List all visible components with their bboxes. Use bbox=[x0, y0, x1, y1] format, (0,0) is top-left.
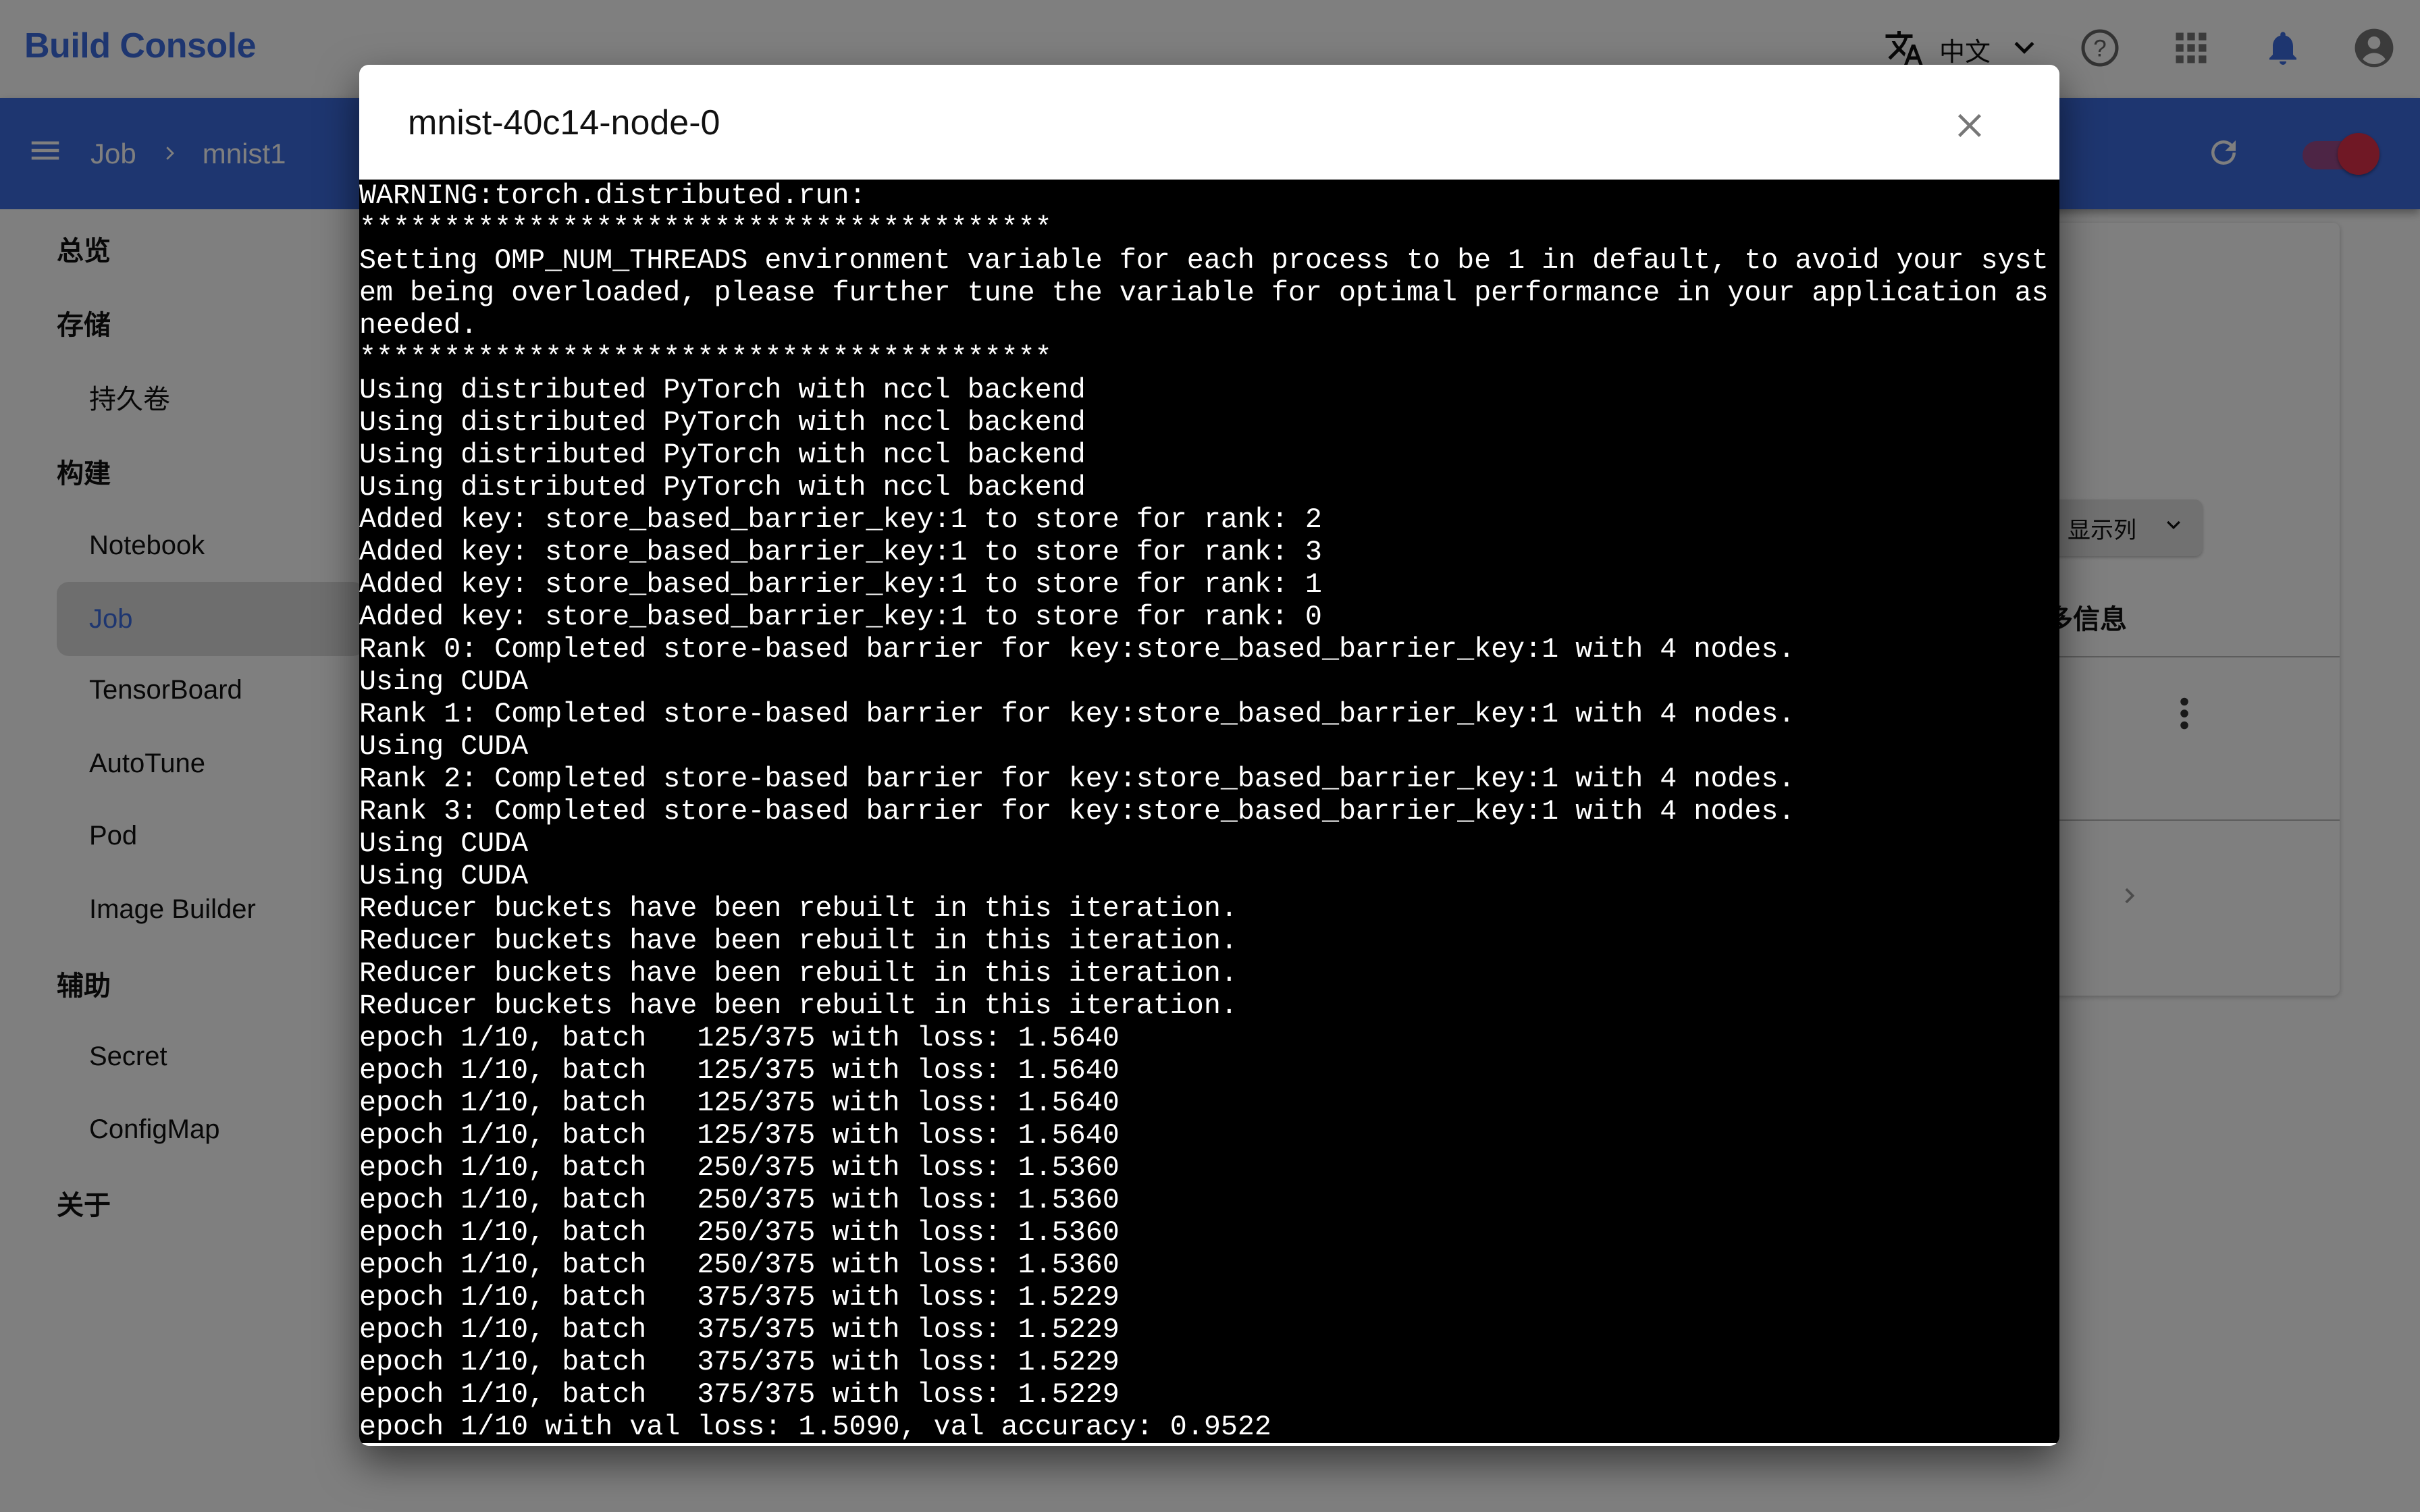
log-line: Using distributed PyTorch with nccl back… bbox=[359, 439, 1086, 471]
log-line: Reducer buckets have been rebuilt in thi… bbox=[359, 990, 1238, 1022]
close-button[interactable] bbox=[1943, 100, 1997, 154]
dialog-title: mnist-40c14-node-0 bbox=[408, 103, 720, 142]
log-line: epoch 1/10, batch 250/375 with loss: 1.5… bbox=[359, 1249, 1120, 1281]
log-line: epoch 1/10, batch 250/375 with loss: 1.5… bbox=[359, 1152, 1120, 1184]
log-line: Using distributed PyTorch with nccl back… bbox=[359, 374, 1086, 406]
log-line: epoch 1/10, batch 250/375 with loss: 1.5… bbox=[359, 1184, 1120, 1216]
log-line: Added key: store_based_barrier_key:1 to … bbox=[359, 504, 1322, 536]
log-line: Added key: store_based_barrier_key:1 to … bbox=[359, 601, 1322, 633]
log-line: epoch 1/10, batch 125/375 with loss: 1.5… bbox=[359, 1087, 1120, 1119]
log-line: Reducer buckets have been rebuilt in thi… bbox=[359, 892, 1238, 925]
log-line: ****************************************… bbox=[359, 212, 1052, 244]
log-line: Added key: store_based_barrier_key:1 to … bbox=[359, 536, 1322, 568]
log-line: WARNING:torch.distributed.run: bbox=[359, 180, 866, 212]
log-line: Rank 1: Completed store-based barrier fo… bbox=[359, 698, 1795, 730]
log-line: epoch 1/10, batch 125/375 with loss: 1.5… bbox=[359, 1119, 1120, 1152]
log-line: Rank 3: Completed store-based barrier fo… bbox=[359, 795, 1795, 828]
log-line: Rank 0: Completed store-based barrier fo… bbox=[359, 633, 1795, 666]
log-line: Using CUDA bbox=[359, 860, 529, 892]
log-line: epoch 1/10, batch 125/375 with loss: 1.5… bbox=[359, 1054, 1120, 1087]
log-line: Setting OMP_NUM_THREADS environment vari… bbox=[359, 244, 2049, 342]
log-output[interactable]: WARNING:torch.distributed.run: **********… bbox=[359, 180, 2059, 1443]
close-icon bbox=[1954, 110, 1985, 144]
log-line: epoch 1/10, batch 250/375 with loss: 1.5… bbox=[359, 1216, 1120, 1249]
log-line: Added key: store_based_barrier_key:1 to … bbox=[359, 568, 1322, 601]
log-line: Using CUDA bbox=[359, 666, 529, 698]
log-line: epoch 1/10, batch 375/375 with loss: 1.5… bbox=[359, 1378, 1120, 1411]
pod-log-dialog: mnist-40c14-node-0 WARNING:torch.distrib… bbox=[359, 65, 2059, 1446]
log-line: epoch 1/10, batch 375/375 with loss: 1.5… bbox=[359, 1346, 1120, 1378]
log-line: Using distributed PyTorch with nccl back… bbox=[359, 471, 1086, 504]
log-line: Using CUDA bbox=[359, 730, 529, 763]
log-line: Using CUDA bbox=[359, 828, 529, 860]
log-line: epoch 1/10, batch 125/375 with loss: 1.5… bbox=[359, 1022, 1120, 1054]
log-line: epoch 1/10, batch 375/375 with loss: 1.5… bbox=[359, 1314, 1120, 1346]
log-line: Reducer buckets have been rebuilt in thi… bbox=[359, 957, 1238, 990]
dialog-header: mnist-40c14-node-0 bbox=[359, 65, 2059, 180]
log-line: Using distributed PyTorch with nccl back… bbox=[359, 406, 1086, 439]
log-line: ****************************************… bbox=[359, 342, 1052, 374]
log-line: Reducer buckets have been rebuilt in thi… bbox=[359, 925, 1238, 957]
log-line: epoch 1/10, batch 375/375 with loss: 1.5… bbox=[359, 1281, 1120, 1314]
log-line: epoch 1/10 with val loss: 1.5090, val ac… bbox=[359, 1411, 1271, 1443]
log-line: Rank 2: Completed store-based barrier fo… bbox=[359, 763, 1795, 795]
